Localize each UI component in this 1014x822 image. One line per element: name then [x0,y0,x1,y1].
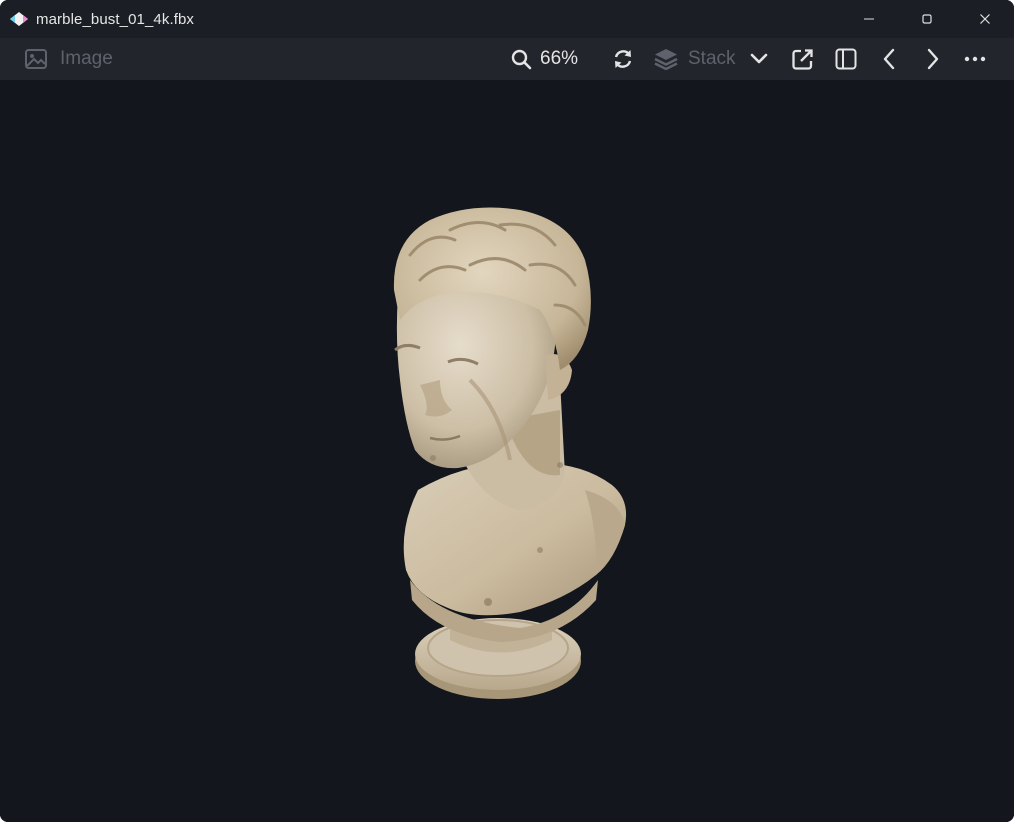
viewer-window: marble_bust_01_4k.fbx Image 66% Stack [0,0,1014,822]
zoom-level[interactable]: 66% [540,38,588,80]
chevron-right-icon [927,48,939,70]
next-button[interactable] [922,38,944,80]
title-bar[interactable]: marble_bust_01_4k.fbx [0,0,1014,38]
layers-icon [654,49,678,70]
refresh-icon [614,50,632,68]
side-panel-toggle-button[interactable] [834,38,858,80]
reset-view-button[interactable] [611,38,635,80]
open-external-button[interactable] [790,38,814,80]
stack-dropdown-button[interactable] [748,38,770,80]
maximize-icon [922,14,932,24]
chevron-left-icon [883,48,895,70]
marble-bust-model[interactable] [0,80,1014,822]
more-options-button[interactable] [962,38,988,80]
image-icon [25,49,47,69]
zoom-icon [511,49,531,69]
previous-button[interactable] [878,38,900,80]
image-mode-label: Image [60,48,113,69]
app-logo-icon [10,10,28,28]
stack-button[interactable]: Stack [654,38,742,80]
chevron-down-icon [750,53,768,64]
close-icon [980,14,990,24]
minimize-icon [864,18,874,20]
close-button[interactable] [956,0,1014,38]
model-viewport[interactable] [0,80,1014,822]
window-title: marble_bust_01_4k.fbx [36,10,195,28]
minimize-button[interactable] [840,0,898,38]
image-mode-button[interactable]: Image [24,38,124,80]
maximize-button[interactable] [898,0,956,38]
sidebar-icon [835,48,857,70]
external-link-icon [791,48,813,70]
more-icon [964,56,986,62]
toolbar: Image 66% Stack [0,38,1014,80]
stack-label: Stack [688,48,736,69]
zoom-button[interactable] [510,38,532,80]
